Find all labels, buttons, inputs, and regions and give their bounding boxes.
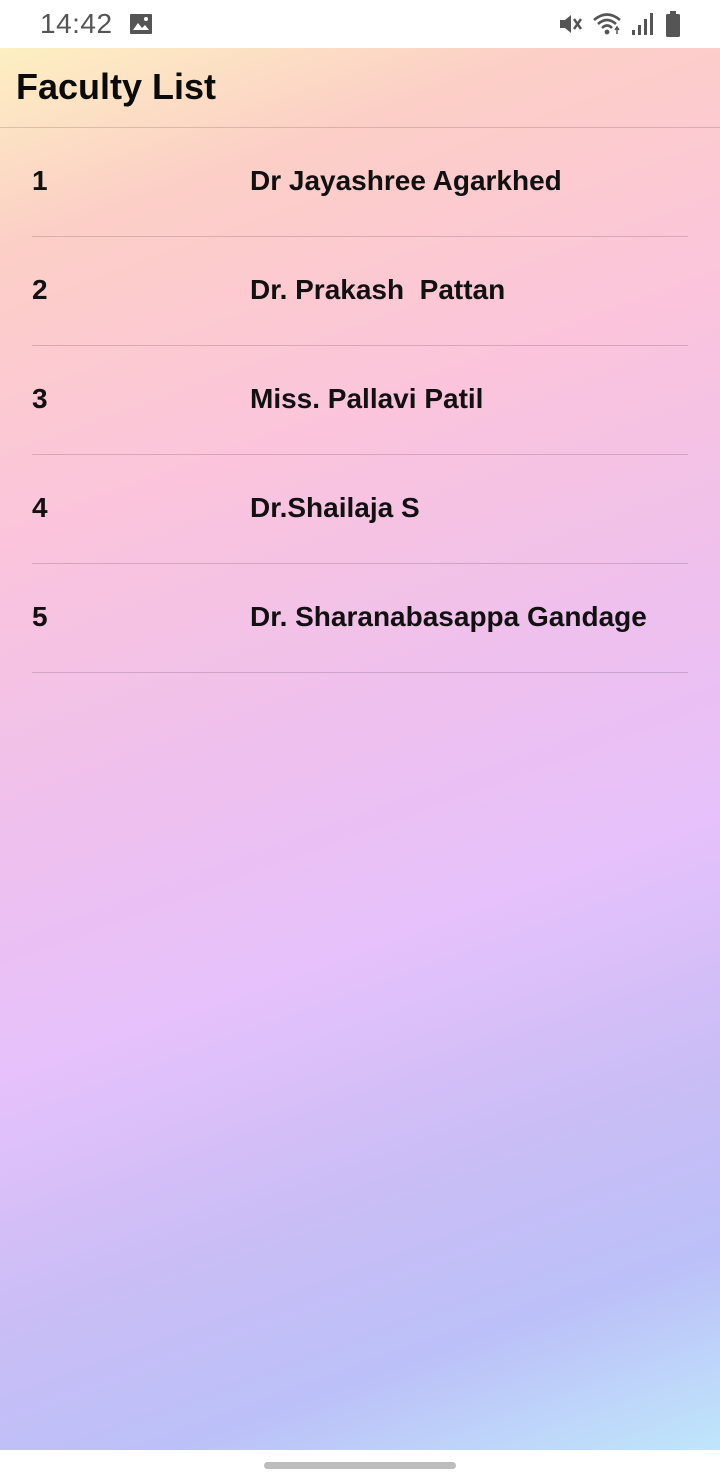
- app-screen: Faculty List 1 Dr Jayashree Agarkhed 2 D…: [0, 48, 720, 1450]
- status-bar: 14:42: [0, 0, 720, 48]
- faculty-name: Dr. Prakash Pattan: [250, 274, 506, 305]
- page-title: Faculty List: [16, 66, 217, 107]
- faculty-row-2[interactable]: 2 Dr. Prakash Pattan: [32, 237, 688, 346]
- faculty-name: Miss. Pallavi Patil: [250, 383, 484, 414]
- faculty-row-3[interactable]: 3 Miss. Pallavi Patil: [32, 346, 688, 455]
- gallery-icon: [129, 13, 153, 35]
- faculty-name: Dr.Shailaja S: [250, 492, 420, 523]
- navigation-bar: [0, 1450, 720, 1480]
- faculty-row-1[interactable]: 1 Dr Jayashree Agarkhed: [32, 128, 688, 237]
- battery-icon: [664, 10, 682, 38]
- faculty-row-4[interactable]: 4 Dr.Shailaja S: [32, 455, 688, 564]
- gesture-handle[interactable]: [264, 1462, 456, 1469]
- faculty-number: 5: [32, 601, 48, 632]
- faculty-list: 1 Dr Jayashree Agarkhed 2 Dr. Prakash Pa…: [0, 128, 720, 673]
- faculty-name: Dr. Sharanabasappa Gandage: [250, 601, 647, 632]
- faculty-row-5[interactable]: 5 Dr. Sharanabasappa Gandage: [32, 564, 688, 673]
- status-time: 14:42: [40, 8, 113, 39]
- app-header: Faculty List: [0, 48, 720, 128]
- faculty-number: 4: [32, 492, 48, 523]
- faculty-number: 3: [32, 383, 48, 414]
- faculty-number: 2: [32, 274, 48, 305]
- status-icons: [557, 10, 682, 38]
- faculty-number: 1: [32, 165, 48, 196]
- mute-icon: [557, 11, 583, 37]
- signal-icon: [631, 11, 655, 37]
- faculty-name: Dr Jayashree Agarkhed: [250, 165, 562, 196]
- wifi-icon: [592, 11, 622, 37]
